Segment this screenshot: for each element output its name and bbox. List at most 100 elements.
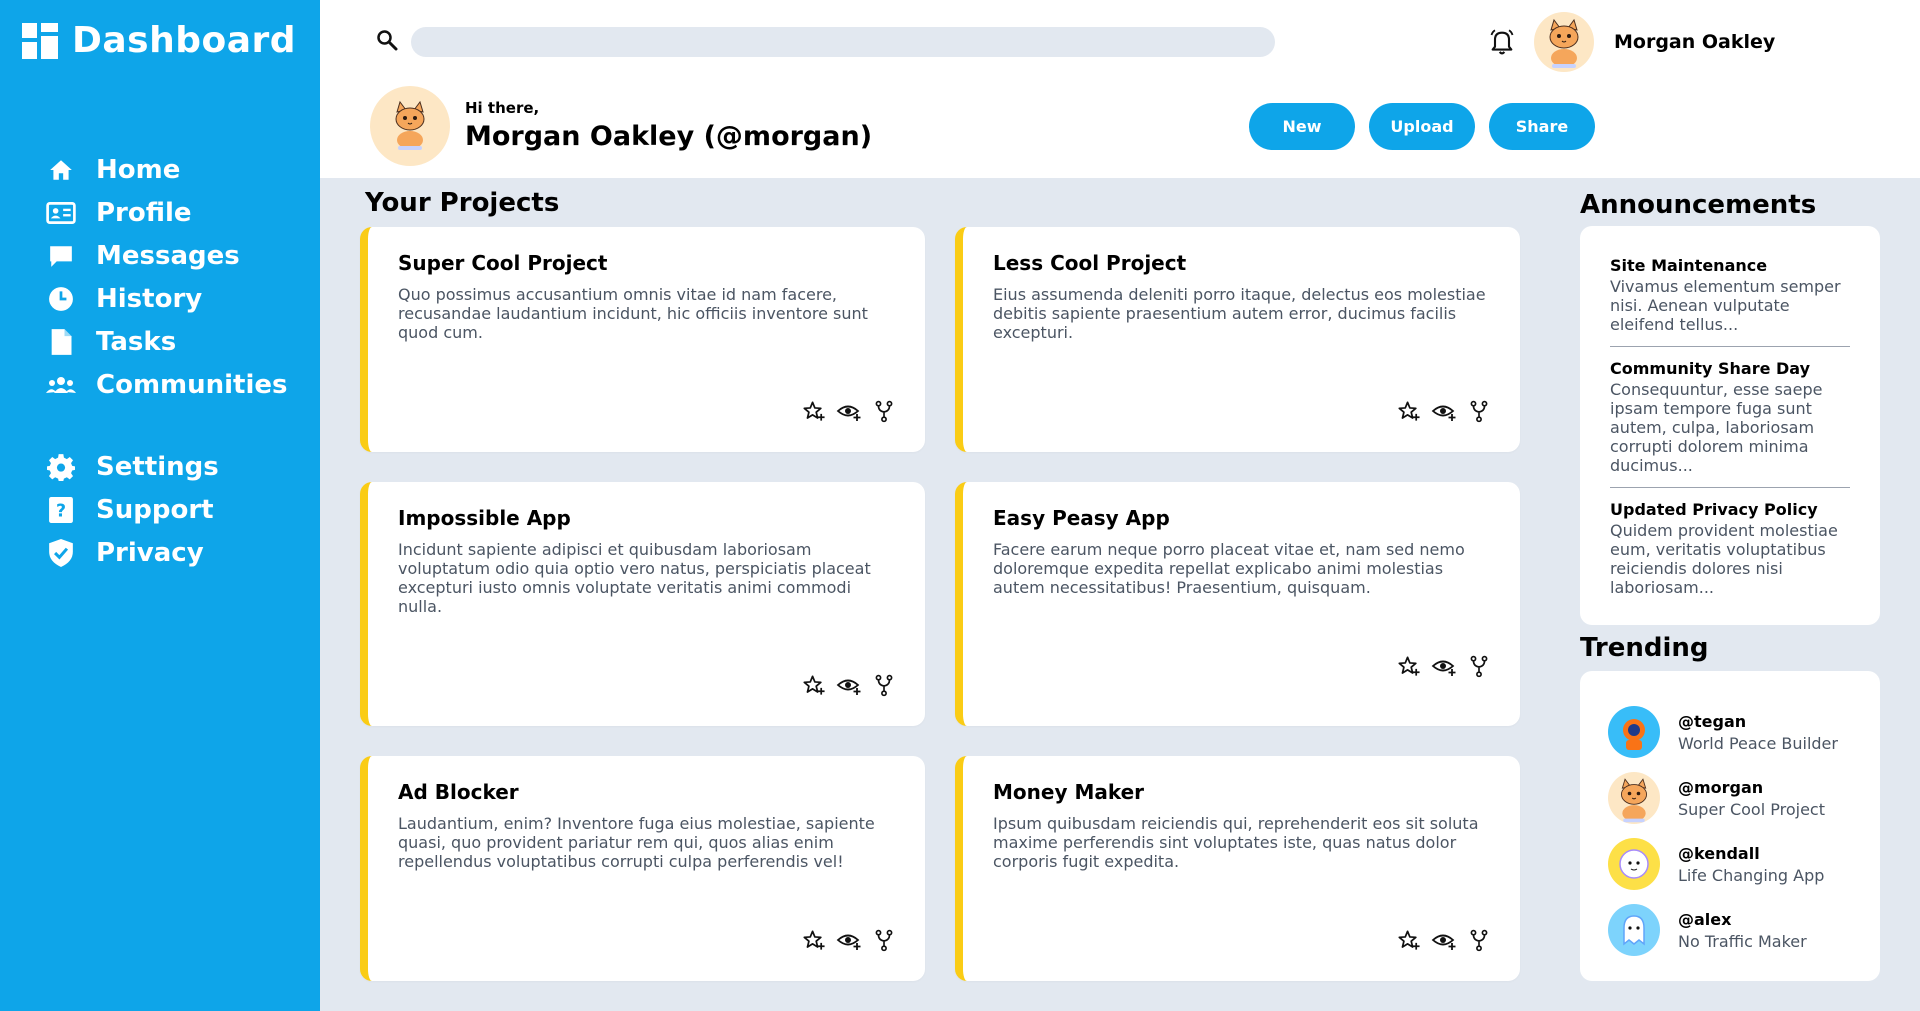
projects-title: Your Projects	[365, 188, 560, 218]
trending-item[interactable]: @tegan World Peace Builder	[1608, 699, 1850, 765]
fork-icon[interactable]	[1466, 653, 1492, 679]
project-title: Easy Peasy App	[993, 506, 1170, 530]
project-description: Eius assumenda deleniti porro itaque, de…	[993, 285, 1486, 342]
project-card[interactable]: Money Maker Ipsum quibusdam reiciendis q…	[955, 756, 1520, 981]
fork-icon[interactable]	[871, 672, 897, 698]
trending-title: Trending	[1580, 633, 1709, 663]
search-input[interactable]	[411, 27, 1275, 57]
project-description: Laudantium, enim? Inventore fuga eius mo…	[398, 814, 875, 871]
project-actions	[1396, 653, 1492, 679]
star-plus-icon[interactable]	[1396, 653, 1422, 679]
sidebar-nav-secondary: Settings ? Support Privacy	[46, 445, 219, 574]
project-card[interactable]: Impossible App Incidunt sapiente adipisc…	[360, 482, 925, 726]
sidebar-item-label: Settings	[96, 451, 219, 482]
sidebar-nav-main: Home Profile Messages History Tasks Comm…	[46, 148, 288, 406]
trending-item[interactable]: @morgan Super Cool Project	[1608, 765, 1850, 831]
project-actions	[1396, 927, 1492, 953]
avatar	[1608, 838, 1660, 890]
announcement-item[interactable]: Community Share Day Consequuntur, esse s…	[1610, 359, 1850, 488]
avatar	[1608, 904, 1660, 956]
announcements-title: Announcements	[1580, 190, 1817, 220]
header: Morgan Oakley Hi there, Morgan Oakley (@…	[320, 0, 1920, 178]
announcement-item[interactable]: Site Maintenance Vivamus elementum sempe…	[1610, 256, 1850, 347]
eye-plus-icon[interactable]	[1431, 653, 1457, 679]
star-plus-icon[interactable]	[1396, 398, 1422, 424]
trending-project: World Peace Builder	[1678, 733, 1838, 753]
bell-icon[interactable]	[1488, 28, 1516, 56]
project-card[interactable]: Ad Blocker Laudantium, enim? Inventore f…	[360, 756, 925, 981]
sidebar-item-label: Messages	[96, 240, 240, 271]
help-icon: ?	[46, 495, 76, 525]
project-actions	[801, 672, 897, 698]
message-icon	[46, 241, 76, 271]
project-card[interactable]: Easy Peasy App Facere earum neque porro …	[955, 482, 1520, 726]
user-avatar[interactable]	[1534, 12, 1594, 72]
greeting-text: Hi there,	[465, 99, 540, 117]
home-icon	[46, 155, 76, 185]
fork-icon[interactable]	[1466, 927, 1492, 953]
fork-icon[interactable]	[871, 927, 897, 953]
avatar	[1608, 706, 1660, 758]
project-actions	[801, 927, 897, 953]
sidebar-item-communities[interactable]: Communities	[46, 363, 288, 406]
fork-icon[interactable]	[1466, 398, 1492, 424]
upload-button[interactable]: Upload	[1369, 103, 1475, 150]
users-icon	[46, 370, 76, 400]
project-title: Money Maker	[993, 780, 1145, 804]
fork-icon[interactable]	[871, 398, 897, 424]
eye-plus-icon[interactable]	[836, 672, 862, 698]
eye-plus-icon[interactable]	[1431, 927, 1457, 953]
sidebar-item-label: History	[96, 283, 203, 314]
trending-project: No Traffic Maker	[1678, 931, 1807, 951]
trending-item[interactable]: @kendall Life Changing App	[1608, 831, 1850, 897]
sidebar-item-settings[interactable]: Settings	[46, 445, 219, 488]
announcement-title: Community Share Day	[1610, 359, 1811, 378]
brand[interactable]: Dashboard	[20, 20, 296, 61]
id-card-icon	[46, 198, 76, 228]
svg-text:?: ?	[56, 501, 66, 521]
trending-project: Life Changing App	[1678, 865, 1825, 885]
sidebar-item-messages[interactable]: Messages	[46, 234, 288, 277]
sidebar-item-label: Home	[96, 154, 181, 185]
project-title: Ad Blocker	[398, 780, 519, 804]
announcement-body: Quidem provident molestiae eum, veritati…	[1610, 521, 1838, 597]
sidebar-item-privacy[interactable]: Privacy	[46, 531, 219, 574]
star-plus-icon[interactable]	[801, 927, 827, 953]
search-icon[interactable]	[375, 28, 399, 52]
project-card[interactable]: Less Cool Project Eius assumenda delenit…	[955, 227, 1520, 452]
dashboard-logo-icon	[22, 22, 58, 59]
sidebar: Dashboard Home Profile Messages History	[0, 0, 320, 1011]
sidebar-item-support[interactable]: ? Support	[46, 488, 219, 531]
star-plus-icon[interactable]	[1396, 927, 1422, 953]
announcement-title: Site Maintenance	[1610, 256, 1768, 275]
sidebar-item-profile[interactable]: Profile	[46, 191, 288, 234]
header-username[interactable]: Morgan Oakley	[1614, 31, 1775, 53]
star-plus-icon[interactable]	[801, 672, 827, 698]
project-description: Quo possimus accusantium omnis vitae id …	[398, 285, 868, 342]
trending-project: Super Cool Project	[1678, 799, 1825, 819]
project-title: Super Cool Project	[398, 251, 608, 275]
eye-plus-icon[interactable]	[836, 398, 862, 424]
trending-handle: @morgan	[1678, 777, 1764, 797]
announcement-body: Vivamus elementum semper nisi. Aenean vu…	[1610, 277, 1841, 334]
sidebar-item-home[interactable]: Home	[46, 148, 288, 191]
project-actions	[1396, 398, 1492, 424]
sidebar-item-tasks[interactable]: Tasks	[46, 320, 288, 363]
project-card[interactable]: Super Cool Project Quo possimus accusant…	[360, 227, 925, 452]
eye-plus-icon[interactable]	[836, 927, 862, 953]
project-description: Incidunt sapiente adipisci et quibusdam …	[398, 540, 871, 616]
trending-handle: @alex	[1678, 909, 1732, 929]
brand-title: Dashboard	[72, 20, 297, 61]
new-button[interactable]: New	[1249, 103, 1355, 150]
share-button[interactable]: Share	[1489, 103, 1595, 150]
announcement-item[interactable]: Updated Privacy Policy Quidem provident …	[1610, 500, 1850, 609]
gear-icon	[46, 452, 76, 482]
sidebar-item-label: Privacy	[96, 537, 204, 568]
avatar	[1608, 772, 1660, 824]
sidebar-item-history[interactable]: History	[46, 277, 288, 320]
star-plus-icon[interactable]	[801, 398, 827, 424]
sidebar-item-label: Profile	[96, 197, 192, 228]
eye-plus-icon[interactable]	[1431, 398, 1457, 424]
shield-icon	[46, 538, 76, 568]
trending-item[interactable]: @alex No Traffic Maker	[1608, 897, 1850, 963]
